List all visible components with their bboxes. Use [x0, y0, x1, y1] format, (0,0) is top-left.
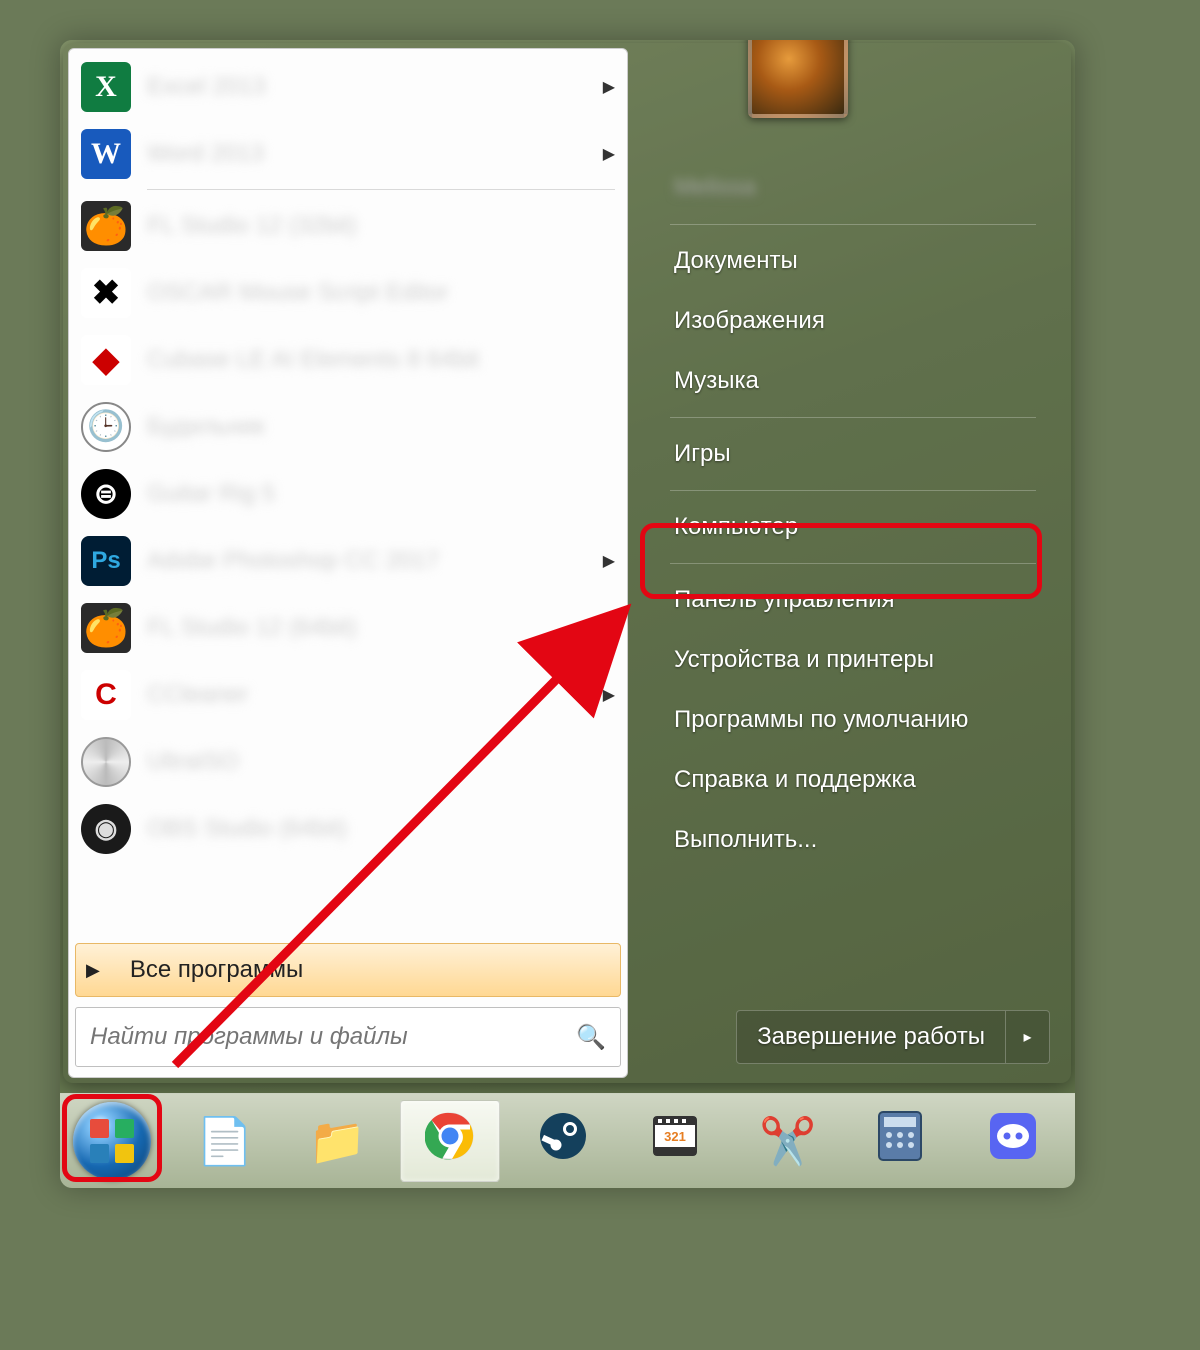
program-item-flstudio[interactable]: 🍊 FL Studio 12 (32bit) — [73, 192, 623, 259]
steam-icon — [538, 1111, 588, 1172]
ultraiso-icon — [81, 737, 131, 787]
right-item-music[interactable]: Музыка — [656, 351, 1046, 411]
taskbar-item-explorer[interactable]: 📁 — [287, 1100, 388, 1182]
photoshop-icon: Ps — [81, 536, 131, 586]
right-item-run[interactable]: Выполнить... — [656, 810, 1046, 870]
program-item-obs[interactable]: ◉ OBS Studio (64bit) — [73, 795, 623, 862]
program-item-alarm[interactable]: 🕒 Будильник — [73, 393, 623, 460]
program-item-guitarrig[interactable]: ⊜ Guitar Rig 5 — [73, 460, 623, 527]
separator — [147, 189, 615, 190]
right-item-pictures[interactable]: Изображения — [656, 291, 1046, 351]
taskbar-item-chrome[interactable] — [400, 1100, 501, 1182]
program-label: FL Studio 12 (64bit) — [147, 614, 615, 642]
right-item-documents[interactable]: Документы — [656, 231, 1046, 291]
recent-programs-list: X Excel 2013 ▶ W Word 2013 ▶ 🍊 FL Studio… — [69, 49, 627, 937]
right-item-user[interactable]: Melissa — [656, 158, 1046, 218]
taskbar-start-button[interactable] — [62, 1100, 163, 1182]
separator — [670, 563, 1036, 564]
program-item-ccleaner[interactable]: C CCleaner ▶ — [73, 661, 623, 728]
shutdown-button[interactable]: Завершение работы — [736, 1010, 1006, 1064]
taskbar-item-snipping-tool[interactable]: ✂️ — [737, 1100, 838, 1182]
all-programs-label: Все программы — [130, 956, 303, 984]
start-menu-left-pane: X Excel 2013 ▶ W Word 2013 ▶ 🍊 FL Studio… — [68, 48, 628, 1078]
shutdown-options-button[interactable]: ▸ — [1006, 1010, 1050, 1064]
mpc-icon: 321 — [650, 1111, 700, 1172]
right-item-defaults[interactable]: Программы по умолчанию — [656, 690, 1046, 750]
separator — [670, 417, 1036, 418]
flstudio-icon: 🍊 — [81, 201, 131, 251]
search-box[interactable]: 🔍 — [75, 1007, 621, 1067]
program-item-cubase[interactable]: ◆ Cubase LE AI Elements 8 64bit — [73, 326, 623, 393]
submenu-arrow-icon: ▶ — [603, 551, 615, 571]
right-item-control-panel[interactable]: Панель управления — [656, 570, 1046, 630]
explorer-icon: 📁 — [309, 1114, 366, 1169]
search-input[interactable] — [90, 1023, 576, 1051]
word-icon: W — [81, 129, 131, 179]
obs-icon: ◉ — [81, 804, 131, 854]
program-item-photoshop[interactable]: Ps Adobe Photoshop CC 2017 ▶ — [73, 527, 623, 594]
program-label: OSCAR Mouse Script Editor — [147, 279, 615, 307]
program-label: FL Studio 12 (32bit) — [147, 212, 615, 240]
taskbar-item-discord[interactable] — [962, 1100, 1063, 1182]
chrome-icon — [425, 1111, 475, 1172]
program-label: CCleaner — [147, 681, 603, 709]
program-item-word[interactable]: W Word 2013 ▶ — [73, 120, 623, 187]
right-item-games[interactable]: Игры — [656, 424, 1046, 484]
right-item-devices[interactable]: Устройства и принтеры — [656, 630, 1046, 690]
right-item-help[interactable]: Справка и поддержка — [656, 750, 1046, 810]
taskbar-item-mpc[interactable]: 321 — [625, 1100, 726, 1182]
excel-icon: X — [81, 62, 131, 112]
program-label: Будильник — [147, 413, 615, 441]
discord-icon — [987, 1110, 1039, 1173]
start-menu-right-pane: Melissa Документы Изображения Музыка Игр… — [628, 48, 1066, 1078]
start-menu: X Excel 2013 ▶ W Word 2013 ▶ 🍊 FL Studio… — [63, 43, 1071, 1083]
notepad-icon: 📄 — [196, 1114, 253, 1169]
program-label: Excel 2013 — [147, 73, 603, 101]
flstudio-icon: 🍊 — [81, 603, 131, 653]
all-programs-button[interactable]: ▶ Все программы — [75, 943, 621, 997]
program-label: Adobe Photoshop CC 2017 — [147, 547, 603, 575]
separator — [670, 224, 1036, 225]
user-avatar[interactable] — [748, 40, 848, 118]
program-label: Guitar Rig 5 — [147, 480, 615, 508]
submenu-arrow-icon: ▶ — [603, 144, 615, 164]
svg-text:321: 321 — [664, 1129, 686, 1144]
arrow-right-icon: ▶ — [86, 960, 100, 981]
program-label: OBS Studio (64bit) — [147, 815, 615, 843]
desktop-background: X Excel 2013 ▶ W Word 2013 ▶ 🍊 FL Studio… — [60, 40, 1075, 1188]
start-orb-icon — [73, 1102, 151, 1180]
taskbar: 📄 📁 321 ✂️ — [60, 1093, 1075, 1188]
shutdown-button-group: Завершение работы ▸ — [736, 1010, 1050, 1064]
ccleaner-icon: C — [81, 670, 131, 720]
program-label: UltraISO — [147, 748, 615, 776]
alarm-clock-icon: 🕒 — [81, 402, 131, 452]
submenu-arrow-icon: ▶ — [603, 77, 615, 97]
submenu-arrow-icon: ▶ — [603, 685, 615, 705]
calculator-icon — [877, 1110, 923, 1173]
taskbar-item-steam[interactable] — [512, 1100, 613, 1182]
search-icon[interactable]: 🔍 — [576, 1023, 606, 1052]
program-item-flstudio64[interactable]: 🍊 FL Studio 12 (64bit) — [73, 594, 623, 661]
program-item-ultraiso[interactable]: UltraISO — [73, 728, 623, 795]
taskbar-item-notepad[interactable]: 📄 — [175, 1100, 276, 1182]
taskbar-item-calculator[interactable] — [850, 1100, 951, 1182]
cubase-icon: ◆ — [81, 335, 131, 385]
right-item-computer[interactable]: Компьютер — [656, 497, 1046, 557]
snipping-tool-icon: ✂️ — [759, 1114, 816, 1169]
program-item-excel[interactable]: X Excel 2013 ▶ — [73, 53, 623, 120]
program-item-oscar[interactable]: ✖ OSCAR Mouse Script Editor — [73, 259, 623, 326]
program-label: Cubase LE AI Elements 8 64bit — [147, 346, 615, 374]
guitarrig-icon: ⊜ — [81, 469, 131, 519]
oscar-icon: ✖ — [81, 268, 131, 318]
program-label: Word 2013 — [147, 140, 603, 168]
separator — [670, 490, 1036, 491]
